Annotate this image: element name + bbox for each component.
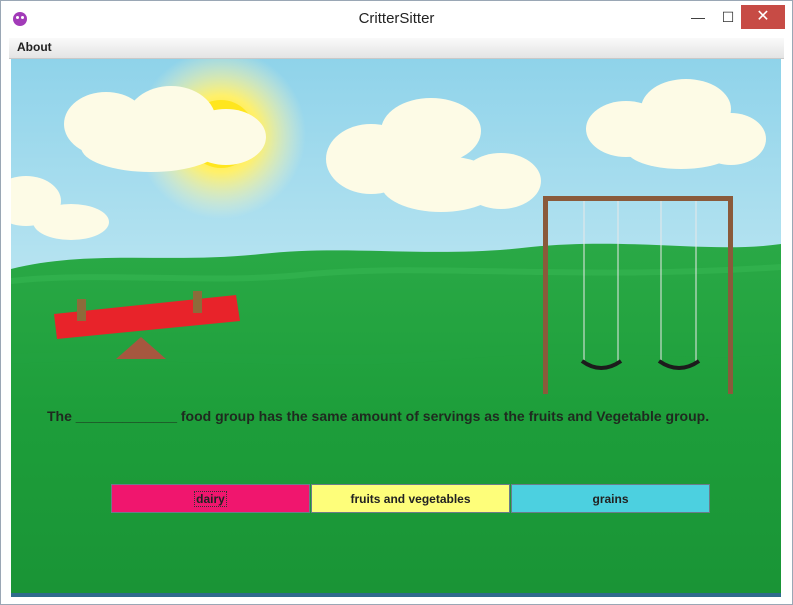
app-window: CritterSitter — ☐ ✕ About The __________… — [0, 0, 793, 605]
close-button[interactable]: ✕ — [741, 5, 785, 29]
answer-fruits-vegetables-button[interactable]: fruits and vegetables — [311, 484, 510, 513]
maximize-button[interactable]: ☐ — [713, 5, 743, 29]
answer-choices: dairy fruits and vegetables grains — [111, 484, 711, 513]
answer-grains-button[interactable]: grains — [511, 484, 710, 513]
menu-about[interactable]: About — [17, 40, 52, 54]
playground-scene: The _____________ food group has the sam… — [11, 59, 781, 593]
minimize-button[interactable]: — — [683, 5, 713, 29]
answer-label: fruits and vegetables — [350, 491, 471, 506]
answer-label: dairy — [194, 490, 227, 507]
question-text: The _____________ food group has the sam… — [47, 408, 710, 424]
menu-bar: About — [9, 38, 784, 59]
title-bar[interactable]: CritterSitter — ☐ ✕ — [1, 1, 792, 37]
answer-label: grains — [592, 491, 629, 506]
window-title: CritterSitter — [358, 10, 435, 27]
window-bottom-edge — [11, 593, 781, 597]
answer-dairy-button[interactable]: dairy — [111, 484, 310, 513]
